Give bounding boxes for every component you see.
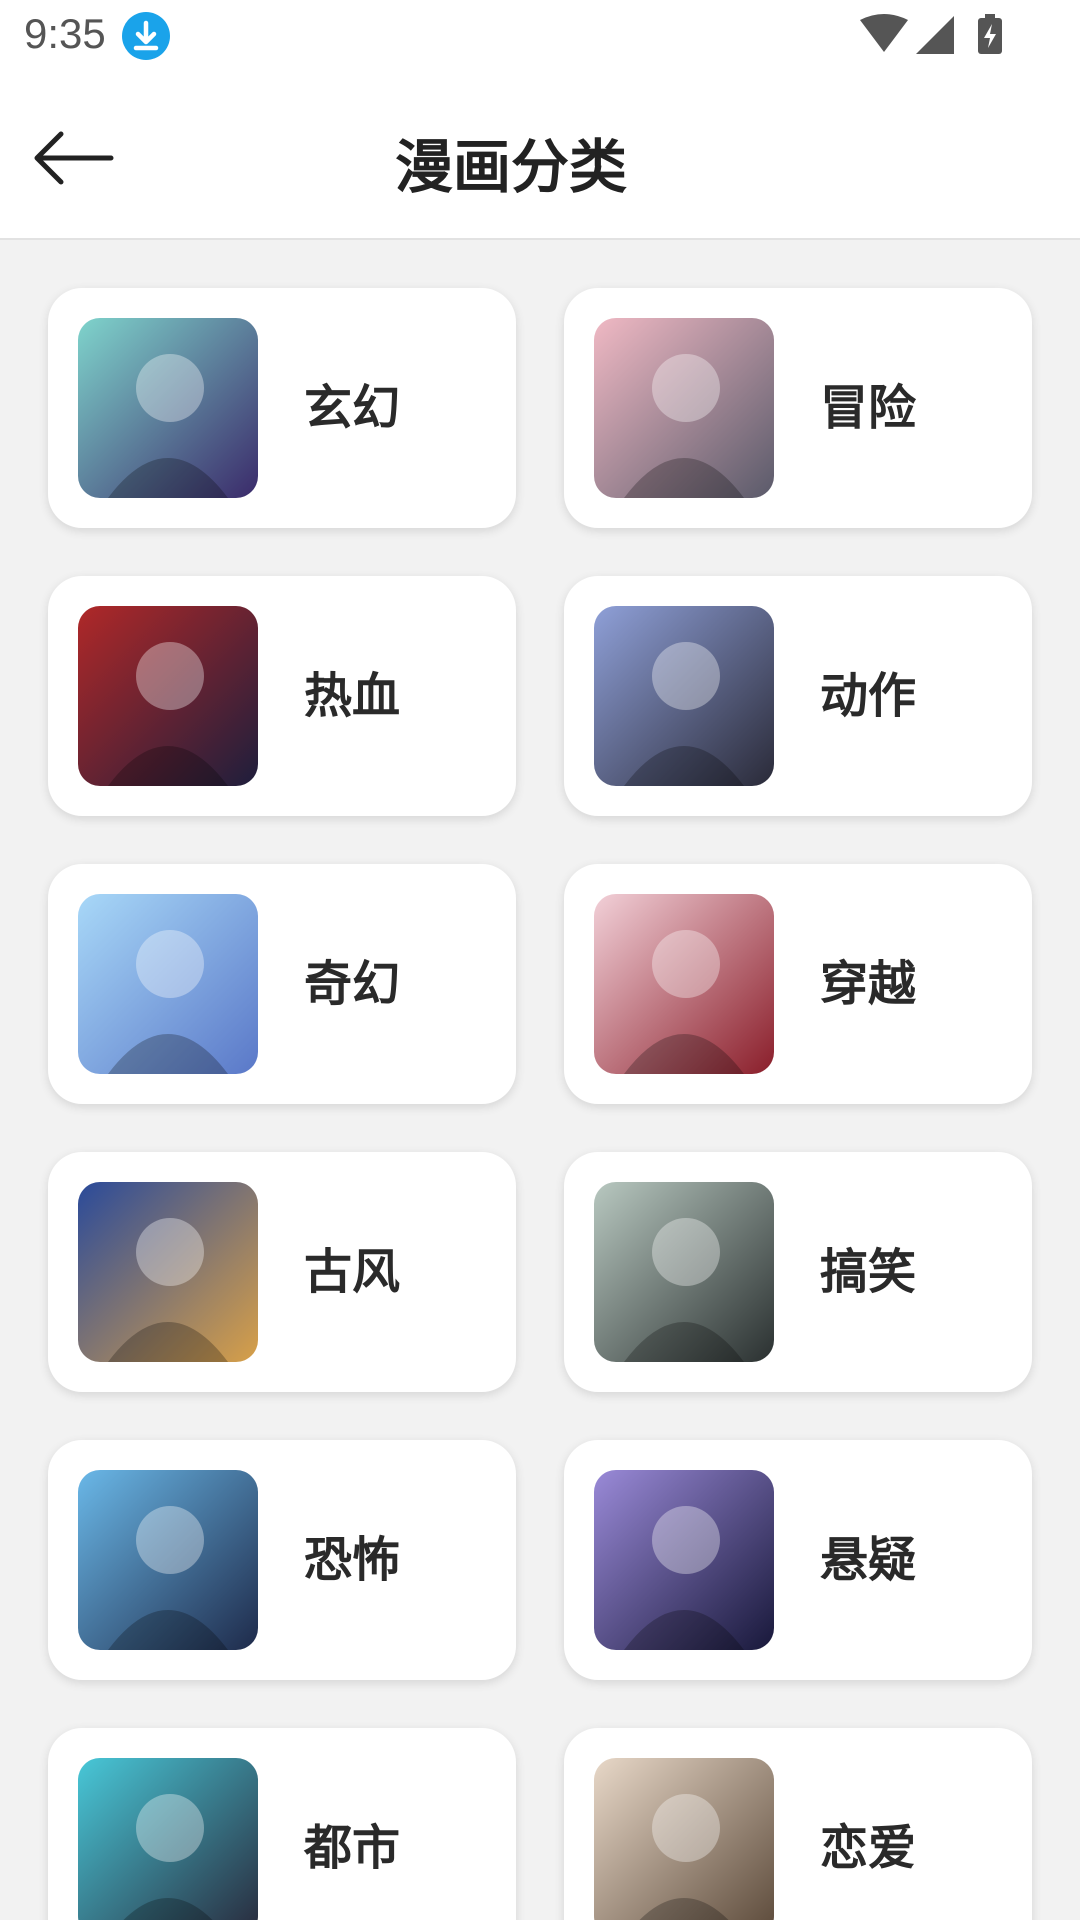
category-label: 恐怖: [304, 1532, 401, 1588]
category-thumbnail: [594, 1182, 774, 1362]
category-list[interactable]: 玄幻 冒险热血 动作奇幻 穿越古风 搞笑恐怖 悬疑都市 恋爱: [0, 240, 1080, 1920]
category-thumbnail: [594, 894, 774, 1074]
app-bar: 漫画分类: [0, 72, 1080, 240]
category-card[interactable]: 都市: [48, 1728, 516, 1920]
cell-signal-icon: [916, 16, 954, 54]
download-icon: [122, 12, 170, 60]
category-label: 都市: [304, 1820, 401, 1876]
category-label: 古风: [304, 1244, 401, 1300]
page-title: 漫画分类: [394, 133, 627, 201]
category-thumbnail: [594, 1758, 774, 1920]
category-grid: 玄幻 冒险热血 动作奇幻 穿越古风 搞笑恐怖 悬疑都市 恋爱: [48, 288, 1032, 1920]
battery-charging-icon: [978, 14, 1002, 54]
category-thumbnail: [78, 318, 258, 498]
category-card[interactable]: 热血: [48, 576, 516, 816]
system-icons: [860, 12, 1010, 60]
category-label: 穿越: [820, 956, 917, 1012]
category-card[interactable]: 古风: [48, 1152, 516, 1392]
category-thumbnail: [78, 1182, 258, 1362]
category-label: 悬疑: [820, 1532, 917, 1588]
category-label: 玄幻: [304, 380, 401, 436]
status-time: 9:35: [24, 10, 106, 57]
category-card[interactable]: 悬疑: [564, 1440, 1032, 1680]
category-card[interactable]: 奇幻: [48, 864, 516, 1104]
category-thumbnail: [78, 894, 258, 1074]
category-card[interactable]: 恐怖: [48, 1440, 516, 1680]
category-label: 恋爱: [820, 1820, 917, 1876]
category-label: 搞笑: [820, 1244, 917, 1300]
category-card[interactable]: 玄幻: [48, 288, 516, 528]
status-bar: 9:35: [0, 0, 1080, 72]
category-card[interactable]: 搞笑: [564, 1152, 1032, 1392]
category-label: 奇幻: [304, 956, 401, 1012]
wifi-icon: [860, 14, 908, 52]
category-thumbnail: [594, 606, 774, 786]
category-thumbnail: [594, 1470, 774, 1650]
category-card[interactable]: 冒险: [564, 288, 1032, 528]
category-thumbnail: [594, 318, 774, 498]
category-thumbnail: [78, 606, 258, 786]
category-card[interactable]: 穿越: [564, 864, 1032, 1104]
category-card[interactable]: 恋爱: [564, 1728, 1032, 1920]
category-label: 冒险: [820, 380, 917, 436]
category-thumbnail: [78, 1470, 258, 1650]
category-label: 热血: [304, 668, 401, 724]
category-card[interactable]: 动作: [564, 576, 1032, 816]
category-label: 动作: [820, 668, 917, 724]
category-thumbnail: [78, 1758, 258, 1920]
